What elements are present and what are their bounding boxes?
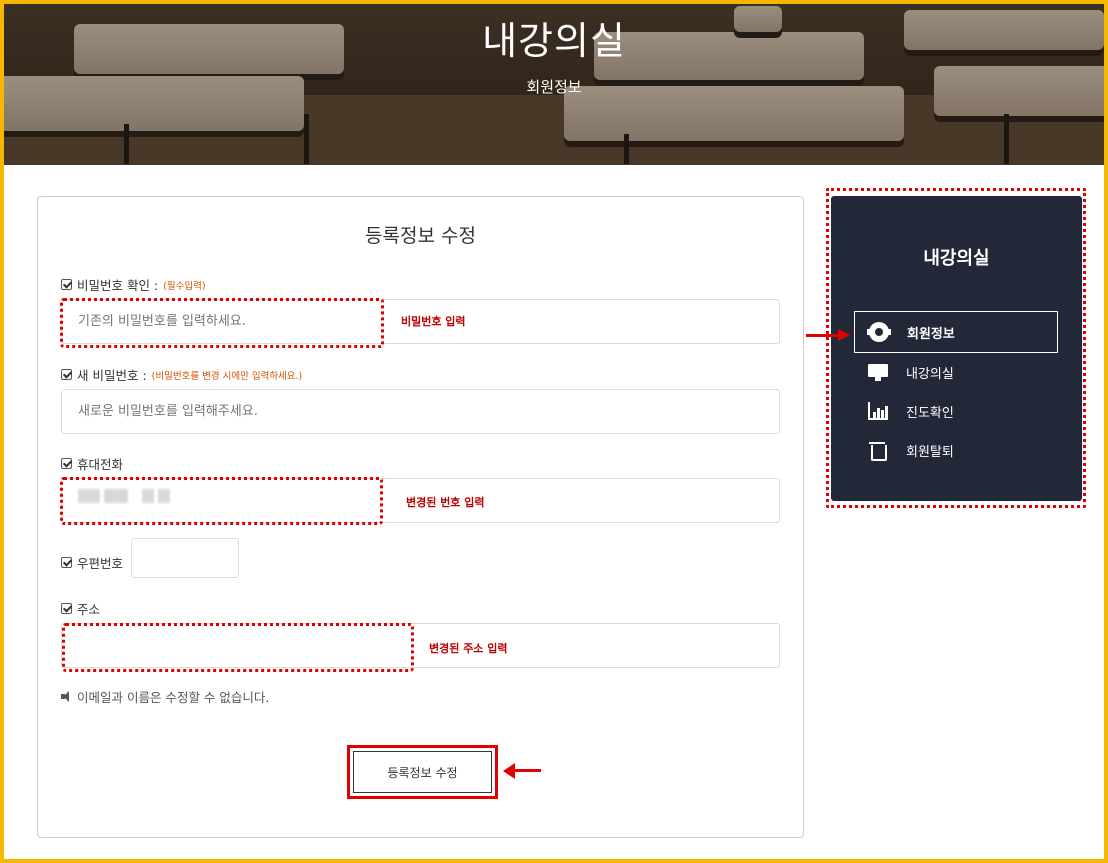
zipcode-label-row: 우편번호 [61,553,123,572]
current-password-label: 비밀번호 확인 : [77,278,159,293]
phone-label: 휴대전화 [77,457,124,472]
annotation-password: 비밀번호 입력 [401,315,466,328]
readonly-notice: 이메일과 이름은 수정할 수 없습니다. [61,687,269,706]
sidebar-item-progress[interactable]: 진도확인 [854,390,1058,432]
address-label-row: 주소 [61,599,100,618]
address-input[interactable] [61,623,780,668]
sidebar-item-member-info[interactable]: 회원정보 [854,311,1058,353]
sidebar-item-my-classroom[interactable]: 내강의실 [854,351,1058,393]
zipcode-input[interactable] [131,538,239,578]
annotation-address: 변경된 주소 입력 [429,642,508,655]
readonly-notice-text: 이메일과 이름은 수정할 수 없습니다. [77,690,270,705]
bar-chart-icon [868,401,888,421]
phone-label-row: 휴대전화 [61,454,123,473]
arrow-head [503,763,515,779]
sidebar-item-label: 회원탈퇴 [906,444,954,460]
new-password-label-row: 새 비밀번호 : (비밀번호를 변경 시에만 입력하세요.) [61,365,302,384]
hero-banner: 내강의실 회원정보 [4,4,1104,165]
monitor-icon [868,362,888,382]
current-password-label-row: 비밀번호 확인 : (필수입력) [61,275,206,294]
required-note: (필수입력) [163,280,206,292]
sidebar-title: 내강의실 [923,248,990,269]
sidebar-item-label: 회원정보 [907,326,955,342]
new-password-input[interactable] [61,389,780,434]
zipcode-label: 우편번호 [77,556,124,571]
hero-title: 내강의실 [482,19,626,63]
arrow-line [806,334,840,337]
sidebar-item-withdraw[interactable]: 회원탈퇴 [854,429,1058,471]
speaker-icon [61,691,73,702]
panel-title: 등록정보 수정 [365,225,476,247]
check-icon [61,557,72,568]
gear-icon [867,322,891,342]
submit-button[interactable]: 등록정보 수정 [353,751,492,793]
sidebar: 내강의실 회원정보 내강의실 진도확인 회원탈퇴 [831,196,1082,501]
trash-icon [868,440,888,461]
hero-subtitle: 회원정보 [526,78,582,96]
edit-profile-panel: 등록정보 수정 비밀번호 확인 : (필수입력) 비밀번호 입력 새 비밀번호 … [37,196,804,838]
sidebar-item-label: 내강의실 [906,366,954,382]
sidebar-item-label: 진도확인 [906,405,954,421]
check-icon [61,369,72,380]
new-password-label: 새 비밀번호 : [77,368,147,383]
annotation-phone: 변경된 번호 입력 [406,496,485,509]
address-label: 주소 [77,602,101,617]
check-icon [61,603,72,614]
blurred-phone-value [78,489,170,503]
check-icon [61,458,72,469]
arrow-left-icon [503,763,541,779]
check-icon [61,279,72,290]
arrow-line [513,769,541,772]
optional-note: (비밀번호를 변경 시에만 입력하세요.) [151,370,303,382]
arrow-right-icon [806,329,850,341]
submit-highlight: 등록정보 수정 [347,745,498,799]
arrow-head [838,329,850,341]
